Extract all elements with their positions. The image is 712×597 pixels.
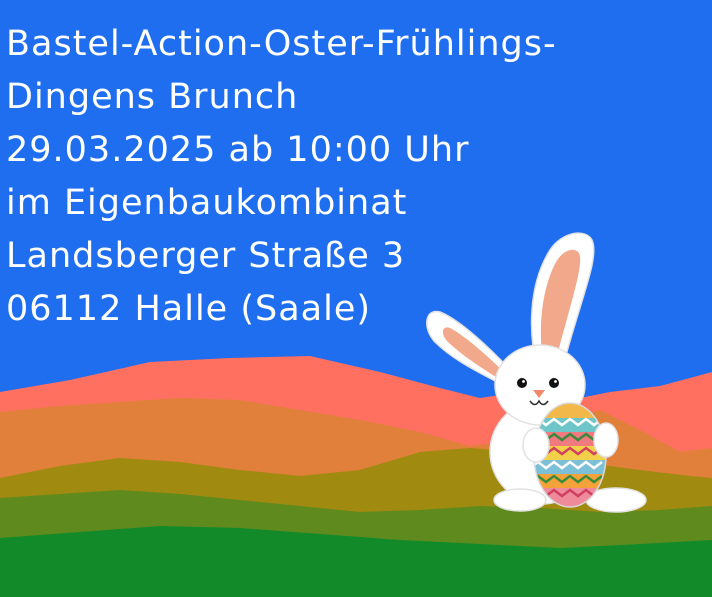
bunny-left-eye	[517, 378, 527, 388]
event-street: Landsberger Straße 3	[6, 236, 406, 276]
event-city: 06112 Halle (Saale)	[6, 289, 372, 329]
easter-brunch-poster: Bastel-Action-Oster-Frühlings- Dingens B…	[0, 0, 712, 597]
bunny-left-foot	[493, 488, 547, 512]
event-venue: im Eigenbaukombinat	[6, 183, 408, 223]
bunny-right-eye	[549, 378, 559, 388]
bunny-right-paw	[593, 422, 619, 458]
event-info: Bastel-Action-Oster-Frühlings- Dingens B…	[6, 18, 706, 336]
event-title-line-1: Bastel-Action-Oster-Frühlings-	[6, 24, 557, 64]
event-title-line-2: Dingens Brunch	[6, 77, 299, 117]
event-date: 29.03.2025 ab 10:00 Uhr	[6, 130, 470, 170]
bunny-left-paw	[522, 427, 550, 463]
